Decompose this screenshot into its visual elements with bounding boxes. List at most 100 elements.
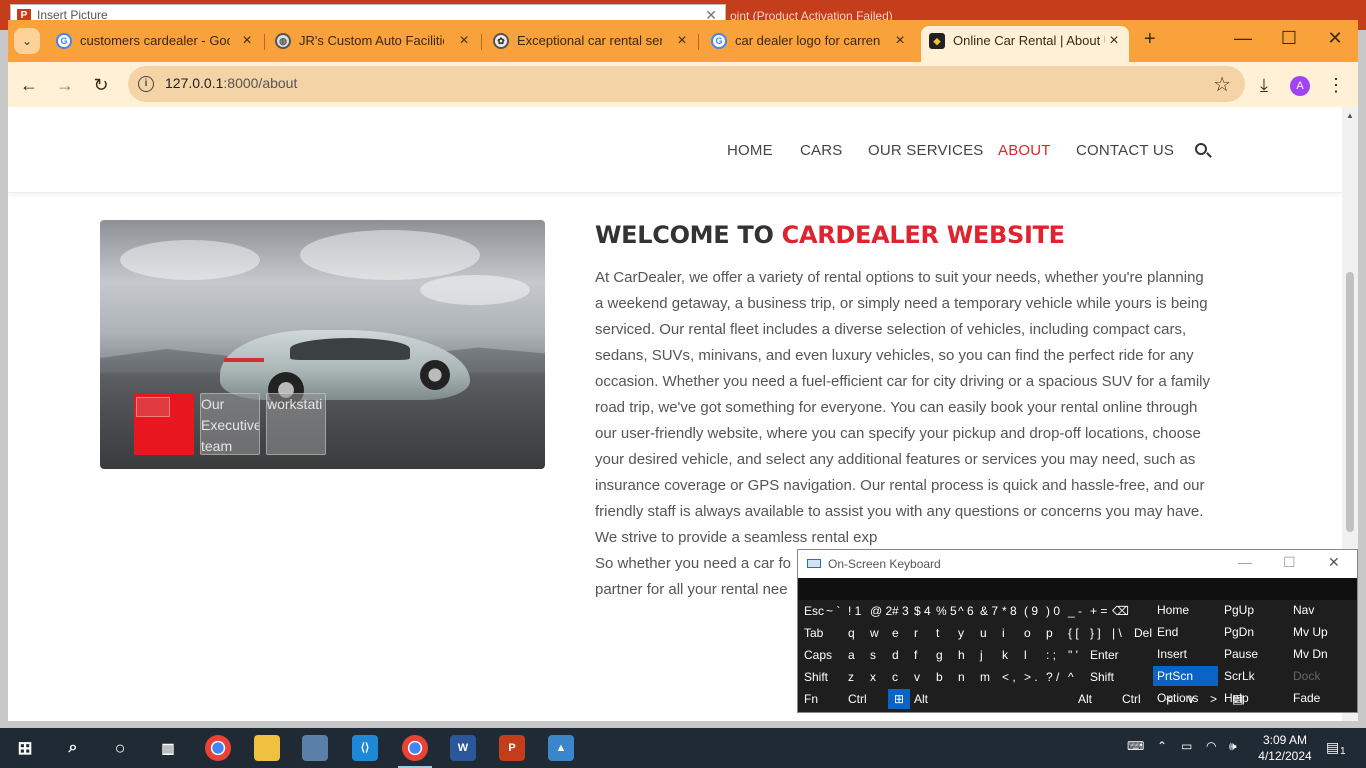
osk-key[interactable]: i bbox=[998, 623, 1020, 643]
forward-arrow-icon[interactable]: → bbox=[52, 72, 78, 98]
thumbnail-our-executive-team[interactable]: Our Executive team bbox=[200, 393, 260, 455]
osk-side-key[interactable]: PgDn bbox=[1220, 622, 1285, 642]
tab-close-icon[interactable]: × bbox=[1107, 26, 1121, 56]
volume-icon[interactable]: 🕪 bbox=[1229, 739, 1237, 754]
osk-key[interactable]: f bbox=[910, 645, 932, 665]
nav-cars[interactable]: CARS bbox=[800, 142, 842, 159]
tab-jrs-custom-auto[interactable]: ◍ JR's Custom Auto Facilities × bbox=[275, 26, 471, 56]
osk-key[interactable]: Esc bbox=[800, 601, 824, 621]
osk-key[interactable]: ⌫ bbox=[1108, 601, 1138, 621]
osk-key[interactable]: a bbox=[844, 645, 866, 665]
cortana-icon[interactable]: ○ bbox=[107, 735, 133, 761]
osk-key[interactable]: y bbox=[954, 623, 976, 643]
osk-key[interactable]: ⊞ bbox=[888, 689, 910, 709]
scroll-up-icon[interactable]: ▲ bbox=[1346, 111, 1354, 120]
close-window-icon[interactable]: ✕ bbox=[1320, 28, 1350, 49]
maximize-icon[interactable]: ☐ bbox=[1274, 28, 1304, 49]
osk-key[interactable]: j bbox=[976, 645, 998, 665]
osk-key[interactable]: " ' bbox=[1064, 645, 1086, 665]
photos-icon[interactable]: ▲ bbox=[548, 735, 574, 761]
chrome-icon[interactable] bbox=[205, 735, 231, 761]
bookmark-star-icon[interactable]: ☆ bbox=[1213, 72, 1231, 97]
osk-key[interactable]: % 5 bbox=[932, 601, 957, 621]
osk-key[interactable]: ^ 6 bbox=[954, 601, 976, 621]
maximize-icon[interactable]: ☐ bbox=[1283, 554, 1296, 571]
osk-key[interactable]: x bbox=[866, 667, 888, 687]
osk-key[interactable]: p bbox=[1042, 623, 1064, 643]
osk-key[interactable]: Alt bbox=[910, 689, 954, 709]
task-view-icon[interactable]: ▥ bbox=[155, 735, 181, 761]
menu-kebab-icon[interactable]: ⋮ bbox=[1323, 72, 1349, 98]
site-info-icon[interactable]: i bbox=[138, 76, 154, 92]
osk-key[interactable]: * 8 bbox=[998, 601, 1020, 621]
file-explorer-icon[interactable] bbox=[254, 735, 280, 761]
osk-key[interactable]: d bbox=[888, 645, 910, 665]
osk-key[interactable]: h bbox=[954, 645, 976, 665]
osk-key[interactable]: g bbox=[932, 645, 954, 665]
vscode-icon[interactable]: ⟨⟩ bbox=[352, 735, 378, 761]
osk-key[interactable]: Enter bbox=[1086, 645, 1130, 665]
clock[interactable]: 3:09 AM 4/12/2024 bbox=[1250, 732, 1320, 764]
nav-home[interactable]: HOME bbox=[727, 142, 773, 159]
close-icon[interactable]: ✕ bbox=[1328, 554, 1340, 571]
osk-key[interactable]: n bbox=[954, 667, 976, 687]
osk-key[interactable]: k bbox=[998, 645, 1020, 665]
osk-key[interactable]: Alt bbox=[1074, 689, 1118, 709]
tab-customers-cardealer[interactable]: G customers cardealer - Goog × bbox=[56, 26, 254, 56]
osk-key[interactable]: | \ bbox=[1108, 623, 1130, 643]
osk-key[interactable]: $ 4 bbox=[910, 601, 932, 621]
osk-key[interactable]: t bbox=[932, 623, 954, 643]
chevron-up-icon[interactable]: ⌃ bbox=[1157, 739, 1167, 753]
minimize-icon[interactable]: — bbox=[1238, 554, 1252, 570]
osk-key[interactable]: b bbox=[932, 667, 954, 687]
osk-key[interactable]: @ 2 bbox=[866, 601, 892, 621]
osk-side-key[interactable]: Pause bbox=[1220, 644, 1285, 664]
word-icon[interactable]: W bbox=[450, 735, 476, 761]
nav-contact-us[interactable]: CONTACT US bbox=[1076, 142, 1174, 159]
osk-key[interactable]: Shift bbox=[1086, 667, 1130, 687]
osk-key[interactable]: r bbox=[910, 623, 932, 643]
osk-key[interactable]: Tab bbox=[800, 623, 844, 643]
osk-key[interactable]: & 7 bbox=[976, 601, 998, 621]
tab-exceptional-car-rental[interactable]: ✿ Exceptional car rental servic × bbox=[493, 26, 689, 56]
osk-key[interactable] bbox=[954, 689, 1074, 709]
tab-close-icon[interactable]: × bbox=[457, 26, 471, 56]
osk-key[interactable]: { [ bbox=[1064, 623, 1086, 643]
osk-side-key[interactable]: Mv Dn bbox=[1289, 644, 1354, 664]
powerpoint-icon[interactable]: P bbox=[499, 735, 525, 761]
tab-online-car-rental-active[interactable]: ◆ Online Car Rental | About U × bbox=[921, 26, 1129, 62]
osk-key[interactable]: v bbox=[910, 667, 932, 687]
osk-side-key[interactable]: Nav bbox=[1289, 600, 1354, 620]
osk-side-key[interactable]: Options bbox=[1153, 688, 1218, 708]
osk-key[interactable]: u bbox=[976, 623, 998, 643]
osk-side-key[interactable]: Home bbox=[1153, 600, 1218, 620]
nav-our-services[interactable]: OUR SERVICES bbox=[868, 142, 984, 159]
osk-key[interactable]: Fn bbox=[800, 689, 844, 709]
osk-key[interactable]: ( 9 bbox=[1020, 601, 1042, 621]
osk-key[interactable]: Ctrl bbox=[844, 689, 888, 709]
osk-side-key[interactable]: Insert bbox=[1153, 644, 1218, 664]
reload-icon[interactable]: ↻ bbox=[88, 72, 114, 98]
tab-close-icon[interactable]: × bbox=[240, 26, 254, 56]
osk-side-key[interactable]: Fade bbox=[1289, 688, 1354, 708]
osk-key[interactable]: + = bbox=[1086, 601, 1108, 621]
osk-key[interactable]: ? / bbox=[1042, 667, 1064, 687]
download-icon[interactable]: ⤓ bbox=[1251, 72, 1277, 98]
osk-side-key[interactable]: End bbox=[1153, 622, 1218, 642]
osk-key[interactable]: w bbox=[866, 623, 888, 643]
osk-key[interactable]: z bbox=[844, 667, 866, 687]
new-tab-plus-icon[interactable]: + bbox=[1144, 28, 1156, 51]
osk-side-key[interactable]: Help bbox=[1220, 688, 1285, 708]
tab-close-icon[interactable]: × bbox=[675, 26, 689, 56]
search-icon[interactable]: ⌕ bbox=[60, 735, 86, 761]
wifi-icon[interactable]: ◠ bbox=[1206, 739, 1216, 753]
osk-side-key[interactable]: PrtScn bbox=[1153, 666, 1218, 686]
nav-about[interactable]: ABOUT bbox=[998, 142, 1051, 159]
osk-key[interactable]: # 3 bbox=[888, 601, 910, 621]
battery-icon[interactable]: ▭ bbox=[1181, 739, 1192, 753]
osk-key[interactable]: _ - bbox=[1064, 601, 1086, 621]
osk-key[interactable]: o bbox=[1020, 623, 1042, 643]
osk-side-key[interactable]: Dock bbox=[1289, 666, 1354, 686]
osk-key[interactable]: Caps bbox=[800, 645, 844, 665]
profile-avatar[interactable]: A bbox=[1290, 76, 1310, 96]
